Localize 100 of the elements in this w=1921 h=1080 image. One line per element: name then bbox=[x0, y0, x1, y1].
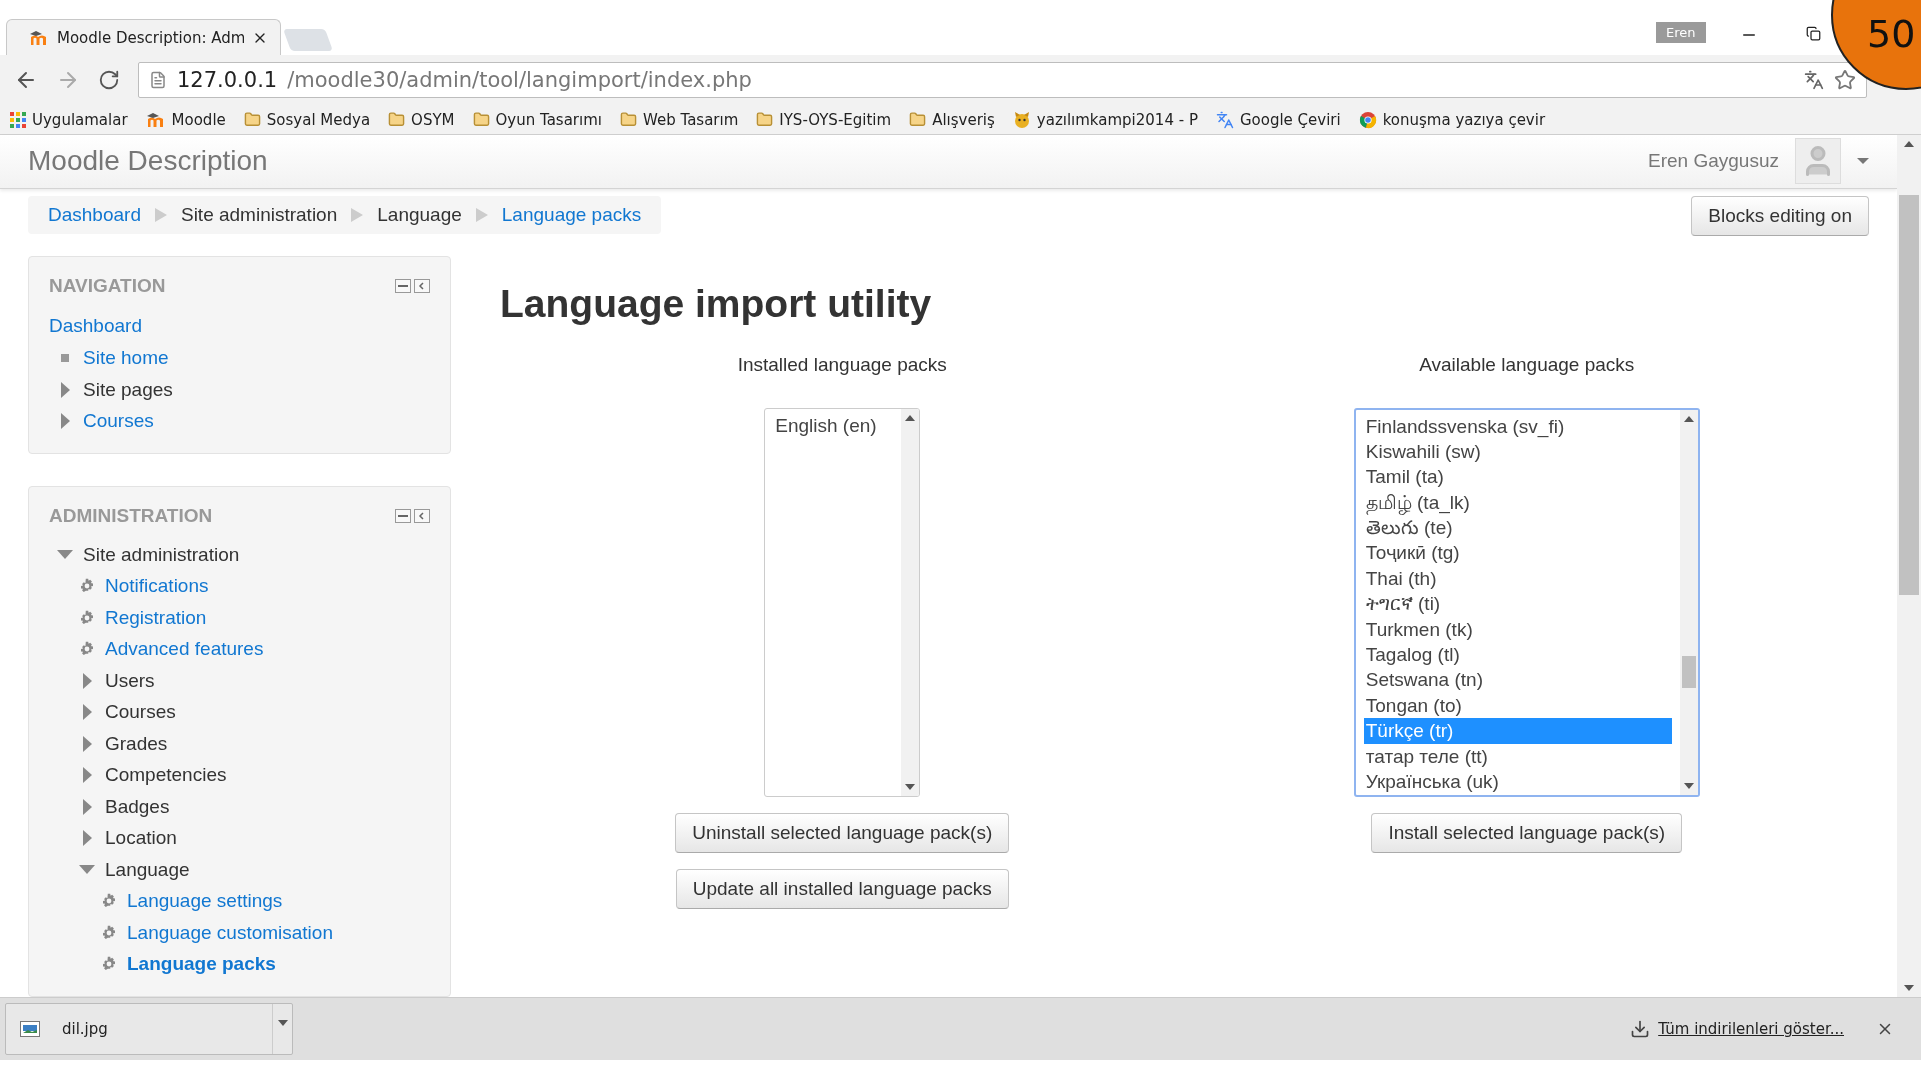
collapsed-arrow-icon[interactable] bbox=[82, 798, 92, 815]
collapsed-arrow-icon[interactable] bbox=[82, 704, 92, 721]
expanded-arrow-icon[interactable] bbox=[57, 549, 73, 560]
nav-link[interactable]: Dashboard bbox=[49, 314, 142, 337]
list-option[interactable]: татар теле (tt) bbox=[1363, 743, 1672, 769]
caret-icon[interactable] bbox=[1904, 141, 1914, 147]
collapsed-arrow-icon[interactable] bbox=[60, 381, 70, 398]
star-icon[interactable] bbox=[1834, 69, 1856, 91]
action-button[interactable]: Update all installed language packs bbox=[675, 868, 1009, 909]
nav-item[interactable]: Users bbox=[105, 669, 155, 692]
nav-link[interactable]: Courses bbox=[83, 410, 154, 433]
nav-item[interactable]: Site administration bbox=[83, 543, 240, 566]
list-option[interactable]: తెలుగు (te) bbox=[1363, 515, 1672, 541]
collapse-icon[interactable] bbox=[395, 278, 411, 293]
restore-icon[interactable] bbox=[1806, 26, 1821, 41]
show-all-downloads-link[interactable]: Tüm indirilenleri göster... bbox=[1658, 1020, 1844, 1038]
nav-link[interactable]: Site home bbox=[83, 347, 169, 370]
list-option[interactable]: Tamil (ta) bbox=[1363, 464, 1672, 490]
list-option[interactable]: Thai (th) bbox=[1363, 565, 1672, 592]
list-option[interactable]: Tagalog (tl) bbox=[1363, 642, 1672, 668]
translate-icon[interactable] bbox=[1804, 70, 1824, 90]
language-list[interactable] bbox=[1353, 407, 1700, 797]
folder-icon bbox=[909, 111, 927, 128]
scrollbar[interactable] bbox=[901, 408, 920, 796]
list-option[interactable]: ትግርኛ (ti) bbox=[1363, 591, 1672, 617]
collapsed-arrow-icon[interactable] bbox=[82, 672, 92, 689]
bookmark-item[interactable]: yazılımkampi2014 - P bbox=[1012, 110, 1198, 129]
nav-item[interactable]: Badges bbox=[105, 795, 170, 818]
nav-item[interactable]: Courses bbox=[105, 701, 176, 724]
block-title: ADMINISTRATION bbox=[49, 505, 213, 527]
breadcrumb-item: Site administration bbox=[180, 203, 338, 226]
site-title[interactable]: Moodle Description bbox=[28, 145, 1649, 178]
download-item[interactable]: dil.jpg bbox=[5, 1003, 293, 1055]
nav-item[interactable]: Grades bbox=[105, 732, 168, 755]
dock-icon[interactable] bbox=[414, 278, 430, 293]
bookmark-item[interactable]: konuşma yazıya çevir bbox=[1358, 110, 1546, 129]
collapsed-arrow-icon[interactable] bbox=[60, 413, 70, 430]
list-option[interactable]: Kiswahili (sw) bbox=[1363, 438, 1672, 465]
caret-icon[interactable] bbox=[1904, 985, 1914, 991]
bookmark-item[interactable]: Sosyal Medya bbox=[243, 110, 371, 129]
breadcrumb-link[interactable]: Dashboard bbox=[48, 203, 141, 226]
language-list[interactable]: English (en) bbox=[764, 407, 921, 797]
nav-item[interactable]: Language bbox=[105, 858, 190, 881]
list-option[interactable]: Tongan (to) bbox=[1363, 692, 1672, 719]
scrollbar-thumb[interactable] bbox=[1899, 195, 1919, 595]
bookmark-item[interactable]: Alışveriş bbox=[909, 110, 995, 129]
bookmark-item[interactable]: Google Çeviri bbox=[1215, 110, 1341, 129]
list-option[interactable]: Turkmen (tk) bbox=[1363, 616, 1672, 642]
caret-icon[interactable] bbox=[905, 414, 916, 421]
breadcrumb-link[interactable]: Language packs bbox=[501, 203, 642, 226]
caret-icon[interactable] bbox=[1683, 415, 1694, 422]
nav-link[interactable]: Advanced features bbox=[105, 638, 264, 661]
dock-icon[interactable] bbox=[414, 509, 430, 523]
install-button[interactable]: Install selected language pack(s) bbox=[1371, 812, 1683, 853]
collapsed-arrow-icon[interactable] bbox=[82, 830, 92, 847]
browser-tab[interactable]: Moodle Description: Adm bbox=[6, 19, 281, 55]
caret-icon[interactable] bbox=[1857, 158, 1869, 165]
nav-link[interactable]: Notifications bbox=[105, 575, 209, 598]
caret-icon[interactable] bbox=[1683, 782, 1694, 789]
action-button[interactable]: Uninstall selected language pack(s) bbox=[675, 812, 1010, 853]
collapsed-arrow-icon[interactable] bbox=[82, 767, 92, 784]
folder-icon bbox=[472, 111, 490, 128]
reload-icon[interactable] bbox=[98, 69, 120, 91]
collapsed-arrow-icon[interactable] bbox=[82, 735, 92, 752]
nav-item[interactable]: Location bbox=[105, 827, 177, 850]
caret-icon[interactable] bbox=[277, 1020, 288, 1026]
nav-link[interactable]: Language customisation bbox=[127, 921, 333, 944]
nav-link[interactable]: Registration bbox=[105, 606, 207, 629]
list-option[interactable]: Finlandssvenska (sv_fi) bbox=[1363, 413, 1672, 439]
list-option[interactable]: English (en) bbox=[773, 412, 894, 438]
bookmark-item[interactable]: IYS-OYS-Egitim bbox=[756, 110, 892, 129]
list-option[interactable]: Тоҷикӣ (tg) bbox=[1363, 540, 1672, 566]
address-field[interactable]: 127.0.0.1 /moodle30/admin/tool/langimport/index.php bbox=[138, 62, 1867, 98]
bookmark-item[interactable]: Oyun Tasarımı bbox=[472, 110, 602, 129]
list-option[interactable]: Українська (uk) bbox=[1363, 768, 1672, 795]
expanded-arrow-icon[interactable] bbox=[79, 864, 95, 875]
nav-item[interactable]: Competencies bbox=[105, 764, 227, 787]
folder-icon bbox=[756, 111, 774, 128]
bullet-icon bbox=[61, 354, 69, 363]
scrollbar[interactable] bbox=[1679, 409, 1698, 795]
list-option[interactable]: Setswana (tn) bbox=[1363, 667, 1672, 693]
caret-icon[interactable] bbox=[905, 783, 916, 790]
bookmark-item[interactable]: OSYM bbox=[388, 110, 455, 129]
separator-icon bbox=[154, 207, 167, 222]
nav-link[interactable]: Language settings bbox=[127, 890, 283, 913]
folder-icon bbox=[620, 111, 637, 128]
bookmark-item[interactable]: Uygulamalar bbox=[10, 110, 128, 129]
scrollbar-thumb[interactable] bbox=[1681, 655, 1696, 688]
animal-head-icon bbox=[1012, 110, 1031, 129]
collapse-icon[interactable] bbox=[395, 509, 411, 523]
blocks-editing-button[interactable]: Blocks editing on bbox=[1691, 195, 1869, 236]
translate-icon bbox=[1215, 110, 1234, 129]
bookmark-item[interactable]: Web Tasarım bbox=[620, 110, 739, 129]
folder-icon bbox=[243, 111, 261, 128]
list-option[interactable]: தமிழ் (ta_lk) bbox=[1363, 489, 1672, 516]
scrollbar[interactable] bbox=[1897, 135, 1921, 997]
nav-link[interactable]: Language packs bbox=[127, 953, 276, 976]
nav-item[interactable]: Site pages bbox=[83, 378, 173, 401]
user-name[interactable]: Eren Gaygusuz bbox=[1648, 150, 1779, 173]
bookmark-item[interactable]: Moodle bbox=[145, 110, 226, 129]
